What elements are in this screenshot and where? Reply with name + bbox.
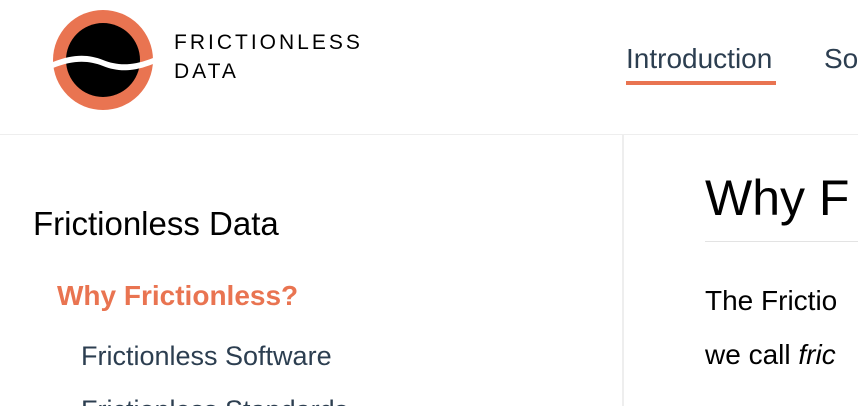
sidebar-item-frictionless-standards[interactable]: Frictionless Standards [81,395,348,406]
logo-line-1: FRICTIONLESS [174,31,363,54]
nav-link-introduction[interactable]: Introduction [626,43,772,75]
site-header: FRICTIONLESS DATA Introduction So [0,0,858,135]
active-nav-underline [626,81,776,85]
title-divider [705,241,858,242]
sidebar-title[interactable]: Frictionless Data [33,205,279,243]
paragraph-line-2: we call fric [705,339,836,371]
frictionless-logo-icon[interactable] [53,10,153,110]
sidebar-item-frictionless-software[interactable]: Frictionless Software [81,341,332,372]
paragraph-line-2-text: we call [705,339,799,370]
logo-line-2: DATA [174,60,239,83]
paragraph-line-1: The Frictio [705,285,838,316]
sidebar-item-why-frictionless[interactable]: Why Frictionless? [57,280,298,312]
page-title: Why F [705,170,850,226]
logo-wordmark[interactable]: FRICTIONLESS DATA [174,28,363,86]
main-content: Why F The Frictio we call fric [624,135,858,406]
paragraph-emphasis: fric [798,339,836,370]
sidebar: Frictionless Data Why Frictionless? Fric… [0,135,624,406]
nav-link-software[interactable]: So [824,43,858,75]
